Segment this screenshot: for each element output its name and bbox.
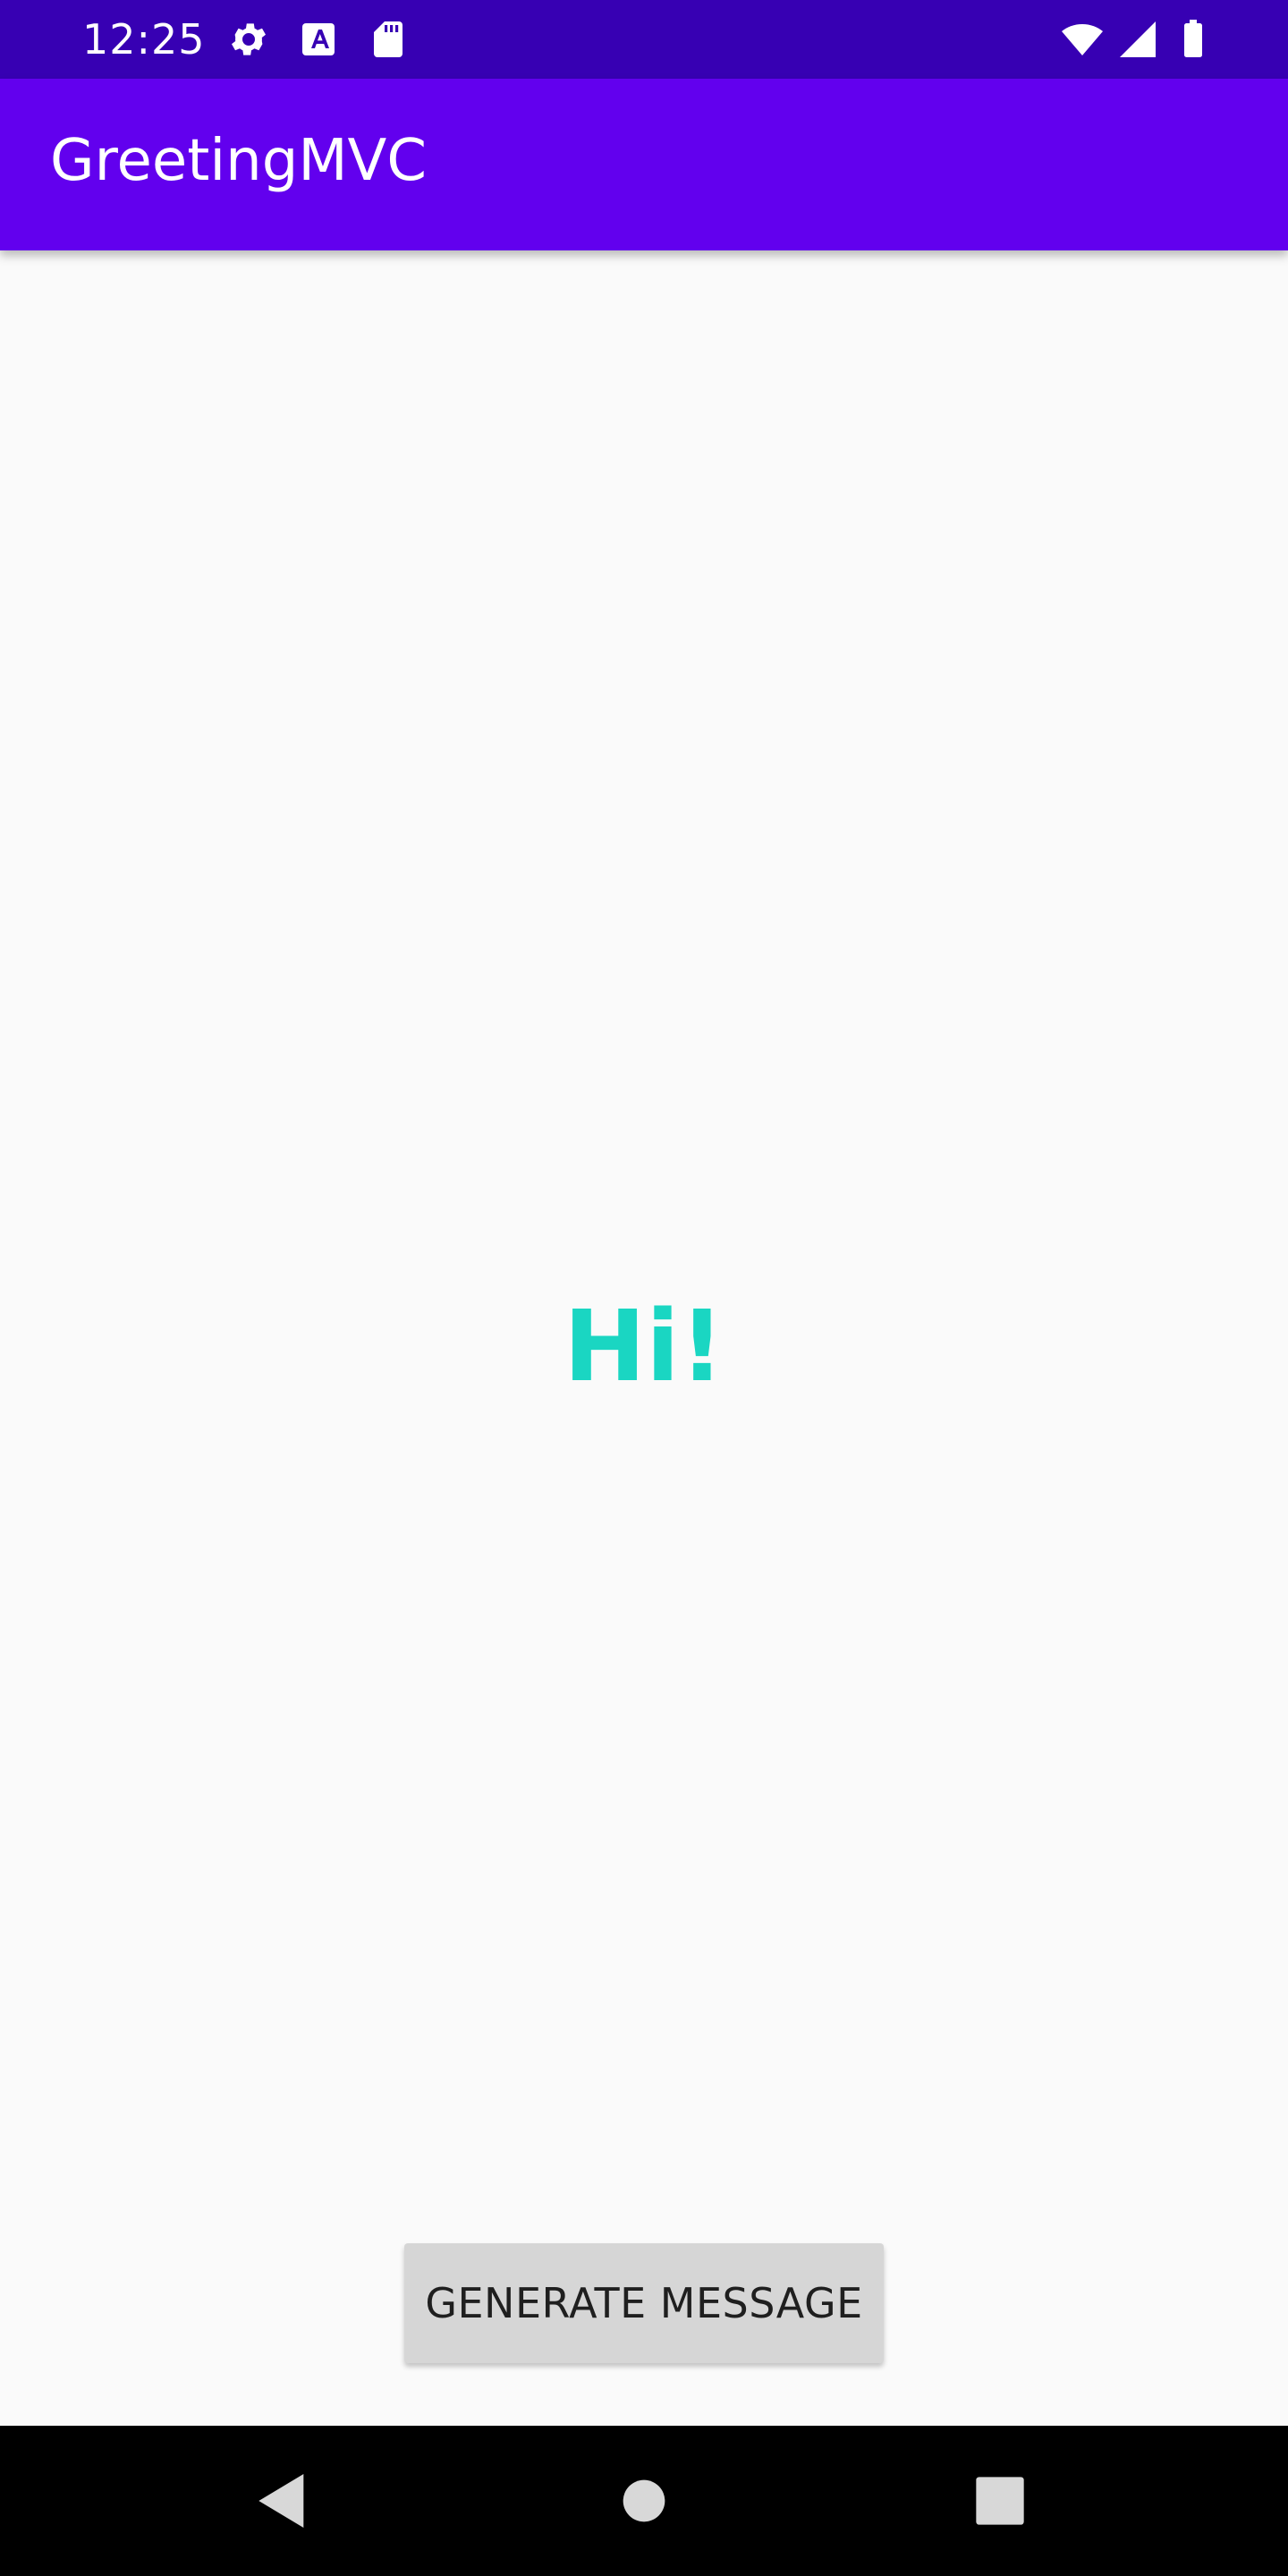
battery-icon [1172,18,1215,61]
main-content: Hi! GENERATE MESSAGE [0,250,1288,2426]
greeting-text: Hi! [564,1289,724,1403]
home-icon[interactable] [608,2465,680,2537]
recents-icon[interactable] [964,2465,1036,2537]
app-bar: GreetingMVC [0,79,1288,250]
back-icon[interactable] [247,2465,318,2537]
navigation-bar [0,2426,1288,2576]
signal-icon [1116,18,1159,61]
sd-card-icon [367,18,410,61]
gear-icon [227,18,270,61]
text-a-icon [297,18,340,61]
wifi-icon [1061,18,1104,61]
app-screen: 12:25 GreetingMVC Hi! GENERATE MESSAGE [0,0,1288,2576]
status-time: 12:25 [82,15,206,64]
status-bar: 12:25 [0,0,1288,79]
generate-message-button[interactable]: GENERATE MESSAGE [404,2243,884,2363]
app-title: GreetingMVC [50,128,427,194]
